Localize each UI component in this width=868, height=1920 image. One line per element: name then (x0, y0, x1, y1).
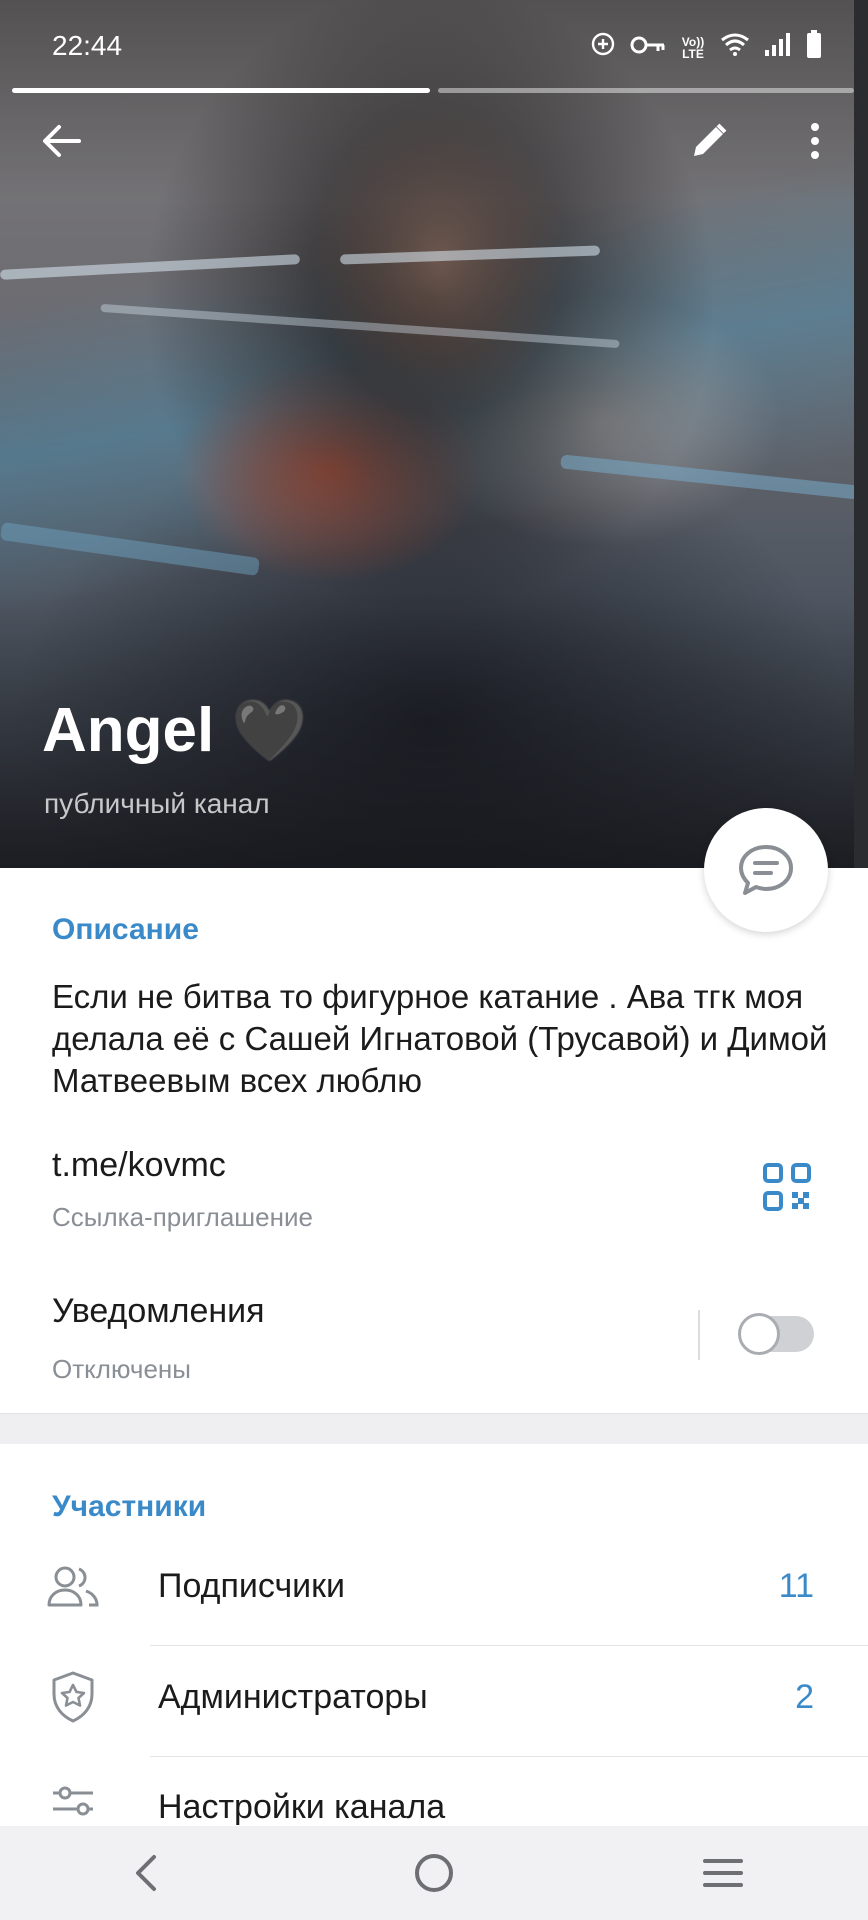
channel-type: публичный канал (44, 788, 270, 819)
admin-shield-icon (46, 1670, 100, 1724)
nav-back-button[interactable] (100, 1838, 190, 1908)
volte-icon: Vo)) LTE (680, 36, 706, 60)
invite-link[interactable]: t.me/kovmc (52, 1146, 226, 1185)
signal-icon (764, 32, 792, 63)
section-separator (0, 1413, 868, 1444)
nav-home-button[interactable] (389, 1838, 479, 1908)
people-icon (46, 1560, 100, 1614)
story-progress-segment-2 (438, 88, 854, 93)
members-header: Участники (52, 1490, 207, 1523)
menu-lines-icon (703, 1859, 744, 1887)
toggle-knob (738, 1313, 780, 1355)
channel-settings-label: Настройки канала (158, 1788, 446, 1826)
more-vertical-icon (811, 123, 819, 159)
arrow-left-icon (43, 125, 81, 157)
more-options-button[interactable] (780, 106, 850, 176)
channel-description: Если не битва то фигурное катание . Ава … (52, 978, 828, 1099)
divider (698, 1310, 700, 1360)
qr-code-button[interactable] (762, 1162, 812, 1212)
status-time: 22:44 (52, 30, 123, 61)
subscribers-label: Подписчики (158, 1567, 346, 1605)
notifications-state: Отключены (52, 1354, 191, 1384)
notifications-toggle[interactable] (738, 1313, 814, 1355)
nav-recents-button[interactable] (678, 1838, 768, 1908)
divider (150, 1645, 868, 1646)
administrators-label: Администраторы (158, 1678, 428, 1716)
vpn-key-icon (630, 32, 666, 63)
channel-title: Angel 🖤 (42, 695, 307, 766)
discussion-button[interactable] (704, 808, 828, 932)
system-navigation-bar (0, 1826, 868, 1920)
qr-code-icon (763, 1163, 811, 1211)
home-circle-icon (414, 1854, 453, 1892)
chat-bubble-icon (739, 845, 793, 895)
invite-link-caption: Ссылка-приглашение (52, 1202, 313, 1232)
edit-button[interactable] (674, 106, 744, 176)
data-saver-icon (590, 31, 616, 64)
wifi-icon (720, 32, 750, 63)
status-icons: Vo)) LTE (590, 30, 822, 65)
story-progress-segment-1 (12, 88, 430, 93)
channel-title-text: Angel (42, 696, 215, 765)
divider (150, 1756, 868, 1757)
description-header: Описание (52, 913, 199, 946)
notifications-label[interactable]: Уведомления (52, 1292, 265, 1331)
pencil-icon (694, 123, 727, 156)
volte-label: Vo)) LTE (681, 34, 705, 61)
black-heart-emoji: 🖤 (232, 697, 307, 764)
administrators-count: 2 (795, 1678, 814, 1716)
battery-icon (806, 30, 822, 65)
status-bar: 22:44 Vo)) LTE (0, 0, 868, 90)
chevron-left-icon (135, 1855, 156, 1891)
back-button[interactable] (26, 106, 96, 176)
subscribers-count: 11 (778, 1567, 814, 1605)
